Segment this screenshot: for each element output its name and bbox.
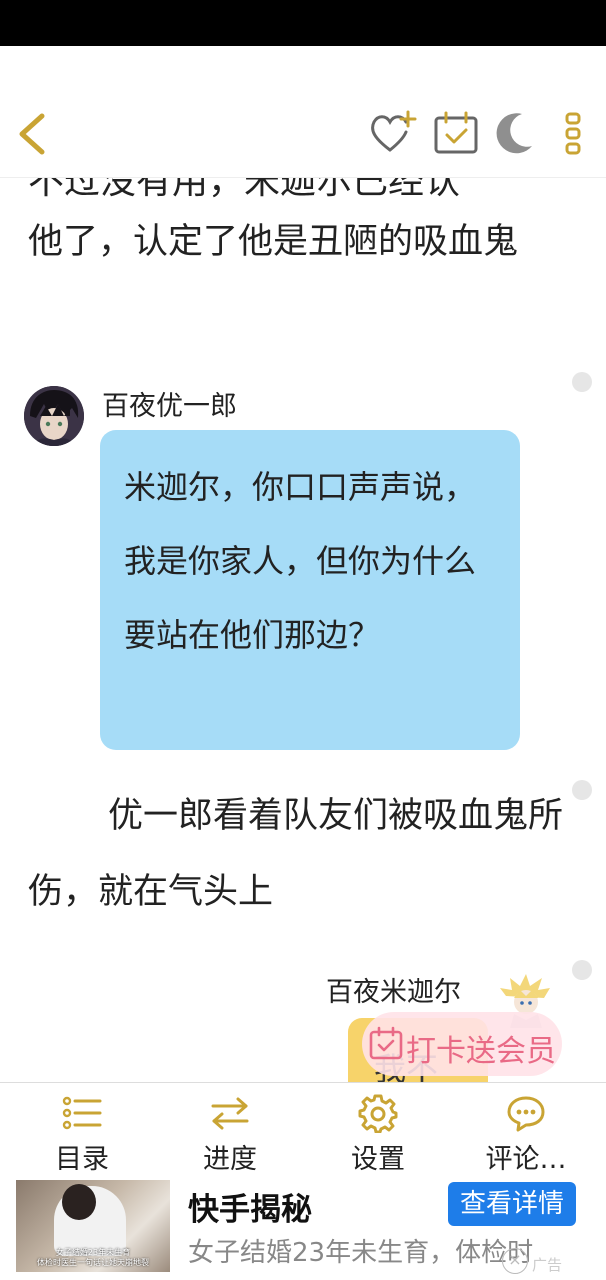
nav-progress-label: 进度 (203, 1144, 257, 1175)
nav-catalog-label: 目录 (55, 1144, 109, 1175)
night-mode-moon-icon[interactable] (492, 110, 536, 156)
ad-banner[interactable]: 女子结婚23年未生育 体检时医生一句话让她天崩地裂 快手揭秘 查看详情 女子结婚… (0, 1174, 606, 1280)
back-arrow-icon[interactable] (14, 112, 54, 156)
paragraph-1: 他了，认定了他是丑陋的吸血鬼 (28, 222, 519, 262)
nav-comments[interactable]: 评论… (466, 1083, 586, 1175)
nav-settings[interactable]: 设置 (318, 1083, 438, 1175)
calendar-check-icon (369, 1026, 403, 1060)
promo-label: 打卡送会员 (406, 1034, 556, 1069)
ad-thumbnail-caption: 女子结婚23年未生育 体检时医生一句话让她天崩地裂 (18, 1248, 168, 1268)
paragraph-2: 优一郎看着队友们被吸血鬼所伤，就在气头上 (28, 796, 564, 912)
ad-tag: 广告 (532, 1256, 563, 1274)
swap-arrows-icon (211, 1097, 249, 1130)
nav-progress[interactable]: 进度 (170, 1083, 290, 1175)
ad-title[interactable]: 快手揭秘 (188, 1184, 312, 1229)
ad-thumbnail-head (62, 1184, 96, 1220)
gear-icon (358, 1094, 398, 1133)
calendar-check-icon[interactable] (432, 110, 480, 156)
avatar-yuichiro[interactable] (24, 386, 84, 446)
paragraph-comment-dot[interactable] (572, 960, 592, 980)
ad-view-details-button[interactable]: 查看详情 (448, 1182, 576, 1226)
reader-content: 不过没有用，米迦尔已经认 他了，认定了他是丑陋的吸血鬼 百夜优一郎 米迦尔，你口… (0, 178, 606, 1082)
more-options-icon[interactable] (562, 110, 584, 156)
paragraph-comment-dot[interactable] (572, 372, 592, 392)
paragraph-comment-dot[interactable] (572, 780, 592, 800)
nav-comments-label: 评论… (485, 1144, 567, 1175)
reader-top-bar (0, 46, 606, 178)
cut-off-text-line: 不过没有用，米迦尔已经认 (28, 178, 461, 202)
list-icon (62, 1096, 102, 1130)
chat-bubble-left: 米迦尔，你口口声声说，我是你家人，但你为什么要站在他们那边？ (100, 430, 520, 750)
bottom-navigation: 目录 进度 设置 评论… (0, 1082, 606, 1175)
status-bar (0, 0, 606, 46)
comment-icon (507, 1096, 545, 1132)
ad-thumbnail-caption-line-1: 女子结婚23年未生育 (55, 1248, 131, 1257)
checkin-promo-button[interactable]: 打卡送会员 (362, 1012, 562, 1076)
chat-sender-name-left: 百夜优一郎 (102, 391, 237, 422)
favorite-add-icon[interactable] (368, 110, 418, 156)
nav-catalog[interactable]: 目录 (22, 1083, 142, 1175)
ad-thumbnail-caption-line-2: 体检时医生一句话让她天崩地裂 (37, 1258, 149, 1267)
nav-settings-label: 设置 (351, 1144, 405, 1175)
ad-close-icon[interactable]: × (502, 1248, 528, 1274)
ad-thumbnail[interactable]: 女子结婚23年未生育 体检时医生一句话让她天崩地裂 (16, 1180, 170, 1272)
chat-sender-name-right: 百夜米迦尔 (326, 977, 461, 1008)
